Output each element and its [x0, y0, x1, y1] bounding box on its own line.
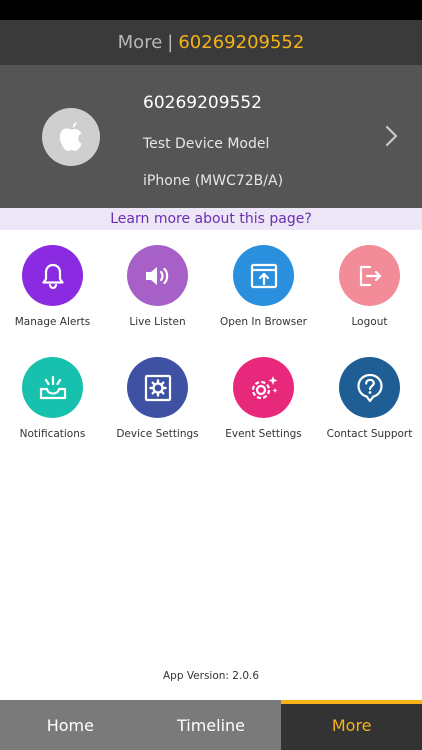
inbox-icon [39, 375, 66, 399]
nav-title: More [117, 32, 163, 53]
nav-bar: More | 60269209552 [0, 20, 422, 65]
open-in-browser-icon-circle [233, 245, 294, 306]
notifications-label: Notifications [19, 428, 86, 440]
learn-more-bar[interactable]: Learn more about this page? [0, 208, 422, 230]
event-settings-label: Event Settings [225, 428, 302, 440]
nav-device-id: 60269209552 [178, 32, 305, 53]
device-settings-icon-circle [127, 357, 188, 418]
device-settings-button[interactable]: Device Settings [105, 357, 210, 457]
open-in-browser-button[interactable]: Open In Browser [211, 245, 316, 345]
device-id: 60269209552 [143, 93, 262, 113]
logout-button[interactable]: Logout [317, 245, 422, 345]
apple-logo-icon [59, 122, 82, 152]
app-version: App Version: 2.0.6 [162, 670, 260, 682]
manage-alerts-icon-circle [22, 245, 83, 306]
settings-box-icon [144, 374, 171, 401]
event-settings-button[interactable]: Event Settings [211, 357, 316, 457]
browser-icon [250, 263, 277, 288]
chevron-right-icon[interactable] [381, 123, 401, 149]
manage-alerts-button[interactable]: Manage Alerts [0, 245, 105, 345]
logout-icon [359, 265, 381, 286]
live-listen-button[interactable]: Live Listen [105, 245, 210, 345]
learn-more-link[interactable]: Learn more about this page? [110, 211, 312, 227]
tab-timeline[interactable]: Timeline [140, 700, 282, 750]
device-model: Test Device Model [143, 136, 270, 152]
contact-support-button[interactable]: Contact Support [317, 357, 422, 457]
bell-icon [41, 263, 64, 289]
live-listen-icon-circle [127, 245, 188, 306]
tab-more[interactable]: More [281, 700, 422, 750]
open-in-browser-label: Open In Browser [219, 316, 308, 328]
status-bar [0, 0, 422, 20]
nav-separator: | [167, 32, 174, 53]
device-panel[interactable]: 60269209552 Test Device Model iPhone (MW… [0, 65, 422, 208]
help-icon [356, 373, 383, 402]
contact-support-icon-circle [339, 357, 400, 418]
avatar [42, 108, 100, 166]
event-settings-icon-circle [233, 357, 294, 418]
device-phone: iPhone (MWC72B/A) [143, 173, 284, 189]
live-listen-label: Live Listen [129, 316, 186, 328]
tab-bar: Home Timeline More [0, 700, 422, 750]
gear-sparkle-icon [251, 375, 277, 399]
notifications-button[interactable]: Notifications [0, 357, 105, 457]
tab-home[interactable]: Home [0, 700, 141, 750]
manage-alerts-label: Manage Alerts [14, 316, 91, 328]
logout-icon-circle [339, 245, 400, 306]
speaker-icon [145, 266, 168, 285]
contact-support-label: Contact Support [326, 428, 413, 440]
logout-label: Logout [351, 316, 388, 328]
notifications-icon-circle [22, 357, 83, 418]
device-settings-label: Device Settings [116, 428, 199, 440]
